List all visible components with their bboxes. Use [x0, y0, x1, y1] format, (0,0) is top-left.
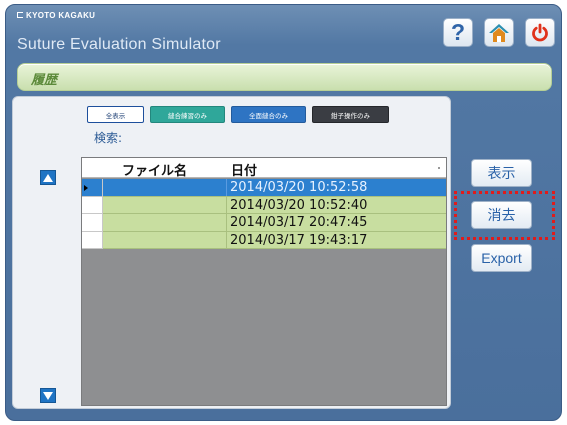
- search-label: 検索:: [94, 131, 123, 145]
- column-header-date[interactable]: 日付: [231, 160, 257, 179]
- delete-button[interactable]: 消去: [471, 201, 532, 229]
- help-button[interactable]: ?: [443, 18, 473, 47]
- history-panel: 全表示 縫合練習のみ 全面縫合のみ 鉗子操作のみ 検索: ファイル名 日付 20…: [12, 96, 451, 409]
- row-cells: 2014/03/17 20:47:45: [103, 214, 446, 232]
- app-title: Suture Evaluation Simulator: [17, 36, 221, 53]
- table-row[interactable]: 2014/03/17 20:47:45: [82, 214, 446, 232]
- date-cell: 2014/03/17 19:43:17: [230, 232, 368, 248]
- row-selector[interactable]: [82, 179, 103, 197]
- history-table: ファイル名 日付 2014/03/20 10:52:58 2014/03/20 …: [81, 157, 447, 406]
- home-icon: [489, 23, 509, 42]
- triangle-up-icon: [43, 173, 53, 182]
- row-cells: 2014/03/20 10:52:58: [103, 179, 446, 197]
- table-row[interactable]: 2014/03/17 19:43:17: [82, 231, 446, 249]
- action-panel: 表示 消去 Export: [455, 96, 547, 409]
- help-icon: ?: [450, 19, 466, 45]
- export-button[interactable]: Export: [471, 244, 532, 272]
- column-header-filename[interactable]: ファイル名: [122, 160, 187, 179]
- power-icon: [532, 23, 548, 41]
- brand-text: KYOTO KAGAKU: [26, 11, 96, 20]
- filter-all-button[interactable]: 全表示: [87, 106, 144, 123]
- brand-mark-icon: [17, 12, 23, 18]
- filename-cell: [103, 214, 227, 231]
- filename-cell: [103, 179, 227, 196]
- sort-indicator-icon: [438, 167, 440, 169]
- filename-cell: [103, 196, 227, 213]
- breadcrumb-label: 履歴: [31, 73, 58, 88]
- power-button[interactable]: [525, 18, 555, 47]
- table-row[interactable]: 2014/03/20 10:52:40: [82, 196, 446, 214]
- filter-bar: 全表示 縫合練習のみ 全面縫合のみ 鉗子操作のみ: [87, 106, 389, 123]
- breadcrumb: 履歴: [17, 63, 552, 91]
- row-cells: 2014/03/20 10:52:40: [103, 196, 446, 214]
- brand-logo: KYOTO KAGAKU: [17, 11, 95, 20]
- scroll-up-button[interactable]: [40, 170, 56, 185]
- filename-cell: [103, 231, 227, 248]
- show-button[interactable]: 表示: [471, 159, 532, 187]
- filter-forceps-button[interactable]: 鉗子操作のみ: [312, 106, 389, 123]
- row-cells: 2014/03/17 19:43:17: [103, 231, 446, 249]
- date-cell: 2014/03/20 10:52:58: [230, 180, 368, 195]
- row-selector[interactable]: [82, 196, 103, 214]
- home-button[interactable]: [484, 18, 514, 47]
- filter-full-suture-button[interactable]: 全面縫合のみ: [231, 106, 306, 123]
- table-header: ファイル名 日付: [82, 158, 446, 179]
- triangle-down-icon: [43, 391, 53, 400]
- filter-suture-practice-button[interactable]: 縫合練習のみ: [150, 106, 225, 123]
- date-cell: 2014/03/17 20:47:45: [230, 215, 368, 230]
- date-cell: 2014/03/20 10:52:40: [230, 197, 368, 213]
- row-selector[interactable]: [82, 214, 103, 232]
- current-row-icon: [84, 185, 88, 191]
- row-selector[interactable]: [82, 231, 103, 249]
- scroll-down-button[interactable]: [40, 388, 56, 403]
- table-row[interactable]: 2014/03/20 10:52:58: [82, 179, 446, 197]
